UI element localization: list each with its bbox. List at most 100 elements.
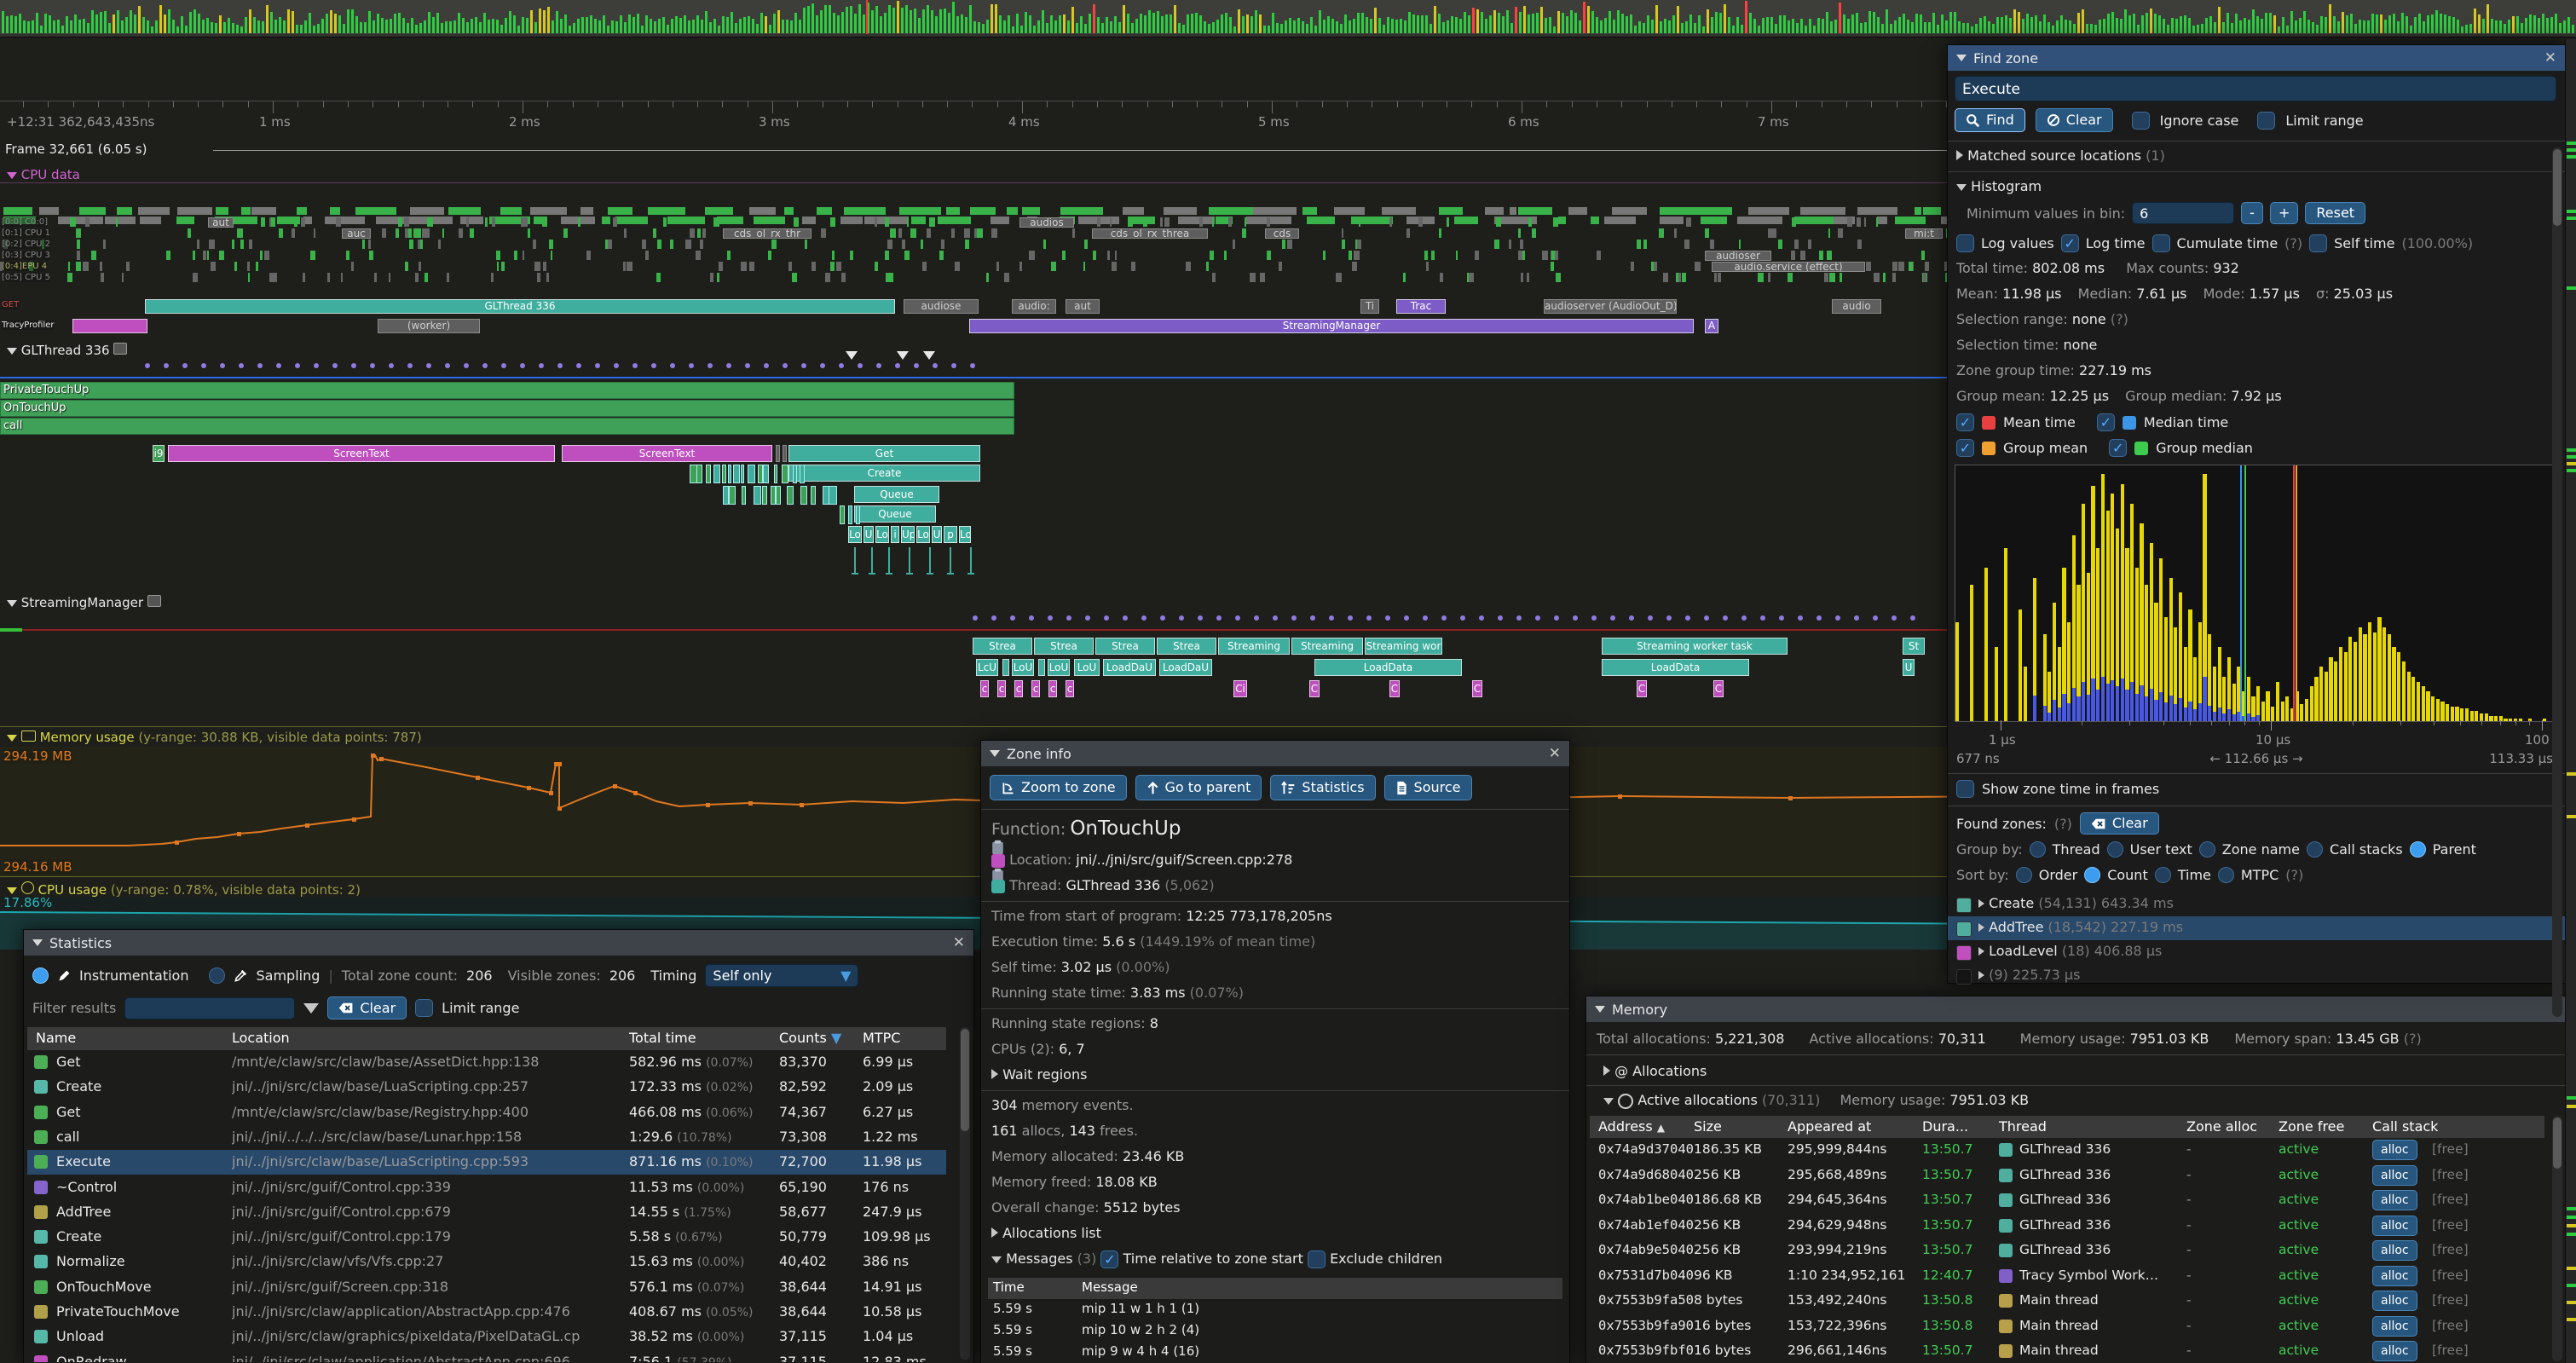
alloc-callstack-button[interactable]: alloc <box>2372 1216 2417 1236</box>
zone-bar[interactable] <box>733 465 740 483</box>
zone-bar[interactable]: Lo <box>848 526 862 543</box>
limit-range-checkbox[interactable] <box>415 999 433 1017</box>
close-icon[interactable]: ✕ <box>953 934 965 951</box>
zone-bar[interactable] <box>696 465 702 483</box>
zone-bar[interactable]: LoU <box>1048 659 1070 676</box>
message-row[interactable]: 5.59 smip 9 w 4 h 4 (16) <box>988 1342 1562 1363</box>
cpu-data-header[interactable]: CPU data <box>7 167 80 182</box>
zone-bar[interactable]: Strea <box>1095 638 1155 655</box>
zone-bar[interactable]: i9 <box>153 445 165 462</box>
find-button[interactable]: Find <box>1955 108 2025 132</box>
memory-usage-header[interactable]: Memory usage (y-range: 30.88 KB, visible… <box>7 730 422 745</box>
zone-bar[interactable]: ScreenText <box>168 445 555 462</box>
zone-bar[interactable]: Get <box>788 445 980 462</box>
table-row[interactable]: Createjni/../jni/src/guif/Control.cpp:17… <box>27 1225 946 1250</box>
close-icon[interactable]: ✕ <box>1549 745 1561 762</box>
zone-bar[interactable] <box>800 486 807 505</box>
group-by-user-text-radio[interactable] <box>2107 841 2123 858</box>
zone-bar[interactable] <box>793 465 797 483</box>
sort-by-mtpc-radio[interactable] <box>2218 867 2234 883</box>
zone-bar[interactable] <box>787 486 794 505</box>
histogram-plot[interactable] <box>1955 465 2560 722</box>
memory-row[interactable]: 0x74ab1ef040256 KB294,629,948ns13:50.7GL… <box>1590 1214 2544 1239</box>
memory-row[interactable]: 0x74ab9e5040256 KB293,994,219ns13:50.7GL… <box>1590 1239 2544 1263</box>
zone-bar[interactable] <box>776 445 780 462</box>
zone-bar[interactable]: StreamingManager <box>969 319 1694 333</box>
table-row[interactable]: Unloadjni/../jni/src/claw/graphics/pixel… <box>27 1325 946 1349</box>
zone-bar[interactable]: cds <box>1265 228 1299 239</box>
zone-bar[interactable]: Create <box>788 465 980 482</box>
zone-bar[interactable]: audio.service (effect) <box>1712 262 1865 272</box>
alloc-callstack-button[interactable]: alloc <box>2372 1266 2417 1286</box>
group-by-parent-radio[interactable] <box>2410 841 2426 858</box>
memory-row[interactable]: 0x74a9d37040186.35 KB295,999,844ns13:50.… <box>1590 1138 2544 1163</box>
column-header[interactable]: Size <box>1694 1118 1722 1135</box>
cpu-usage-header[interactable]: CPU usage (y-range: 0.78%, visible data … <box>7 881 361 898</box>
median-time-checkbox[interactable]: ✓ <box>2097 413 2115 431</box>
zone-bar[interactable] <box>1038 659 1045 676</box>
streaming-header[interactable]: StreamingManager <box>7 595 161 610</box>
relative-time-checkbox[interactable]: ✓ <box>1100 1250 1118 1268</box>
zone-bar[interactable]: Lo <box>875 526 889 543</box>
table-row[interactable]: PrivateTouchMovejni/../jni/src/claw/appl… <box>27 1300 946 1325</box>
alloc-callstack-button[interactable]: alloc <box>2372 1291 2417 1311</box>
allocations-expander[interactable]: @ Allocations <box>1603 1063 1707 1079</box>
column-header[interactable]: Location <box>232 1030 290 1046</box>
memory-row[interactable]: 0x7553b9fbf016 bytes296,661,146ns13:50.7… <box>1590 1339 2544 1363</box>
allocations-list-expander[interactable]: Allocations list <box>991 1225 1101 1241</box>
close-icon[interactable]: ✕ <box>2544 49 2556 66</box>
column-header[interactable]: MTPC <box>863 1030 900 1046</box>
column-header[interactable]: Call stack <box>2372 1118 2438 1135</box>
table-row[interactable]: Createjni/../jni/src/claw/base/LuaScript… <box>27 1075 946 1100</box>
mean-time-checkbox[interactable]: ✓ <box>1956 413 1974 431</box>
zone-bar[interactable]: audio <box>1832 299 1881 314</box>
zone-bar[interactable]: Streaming wor <box>1365 638 1442 655</box>
zone-bar[interactable] <box>1002 659 1009 676</box>
zone-bar[interactable]: LoU <box>1012 659 1034 676</box>
filter-icon[interactable] <box>303 1003 319 1014</box>
zone-bar[interactable]: (worker) <box>378 319 480 333</box>
clear-found-button[interactable]: Clear <box>2080 812 2159 835</box>
zone-bar[interactable] <box>763 465 769 483</box>
column-header[interactable]: Dura... <box>1922 1118 1968 1135</box>
streaming-track[interactable]: StreaStreaStreaStreaStreamingStreamingSt… <box>0 610 2015 713</box>
increase-button[interactable]: + <box>2270 202 2298 224</box>
zone-bar[interactable]: Streaming <box>1218 638 1290 655</box>
zone-bar[interactable]: Ti <box>1360 299 1379 314</box>
zone-bar[interactable] <box>771 486 776 505</box>
sort-by-order-radio[interactable] <box>2016 867 2032 883</box>
zone-bar[interactable] <box>782 465 788 483</box>
zone-bar[interactable]: audioser <box>1705 251 1771 261</box>
zone-bar[interactable] <box>754 486 761 505</box>
zone-info-button[interactable]: Source <box>1384 775 1472 800</box>
histogram-expander[interactable]: Histogram <box>1956 178 2042 194</box>
scrollbar[interactable] <box>2552 147 2562 1017</box>
sort-by-count-radio[interactable] <box>2084 867 2100 883</box>
zone-bar[interactable]: C <box>1309 680 1320 697</box>
zone-info-button[interactable]: Go to parent <box>1135 775 1262 800</box>
active-allocations-expander[interactable]: Active allocations (70,311) Memory usage… <box>1603 1092 2029 1109</box>
zone-bar[interactable]: LoadDaU <box>1159 659 1212 676</box>
column-header[interactable]: Counts ▼ <box>779 1030 841 1046</box>
limit-range-checkbox[interactable] <box>2257 112 2275 130</box>
table-row[interactable]: OnRedrawjni/../jni/src/claw/application/… <box>27 1350 946 1362</box>
zone-bar[interactable] <box>800 465 805 483</box>
zone-bar[interactable]: C <box>1637 680 1647 697</box>
zone-bar[interactable]: St <box>1903 638 1925 655</box>
memory-row[interactable]: 0x74ab1be040186.68 KB294,645,364ns13:50.… <box>1590 1188 2544 1213</box>
memory-row[interactable]: 0x7553b9fa508 bytes153,492,240ns13:50.8M… <box>1590 1289 2544 1314</box>
time-ruler[interactable]: 1 ms2 ms3 ms4 ms5 ms6 ms7 ms <box>0 75 2015 131</box>
zone-bar[interactable]: c <box>1066 680 1074 697</box>
zone-bar[interactable]: Streaming <box>1291 638 1363 655</box>
zone-bar[interactable] <box>748 465 755 483</box>
zone-bar[interactable]: auc <box>342 228 371 239</box>
zone-bar[interactable]: audio: <box>1012 299 1056 314</box>
zone-bar[interactable]: Ci <box>1233 680 1247 697</box>
frame-overview-strip[interactable] <box>0 0 2576 34</box>
zone-bar[interactable] <box>776 486 781 505</box>
column-header[interactable]: Zone free <box>2279 1118 2344 1135</box>
group-mean-checkbox[interactable]: ✓ <box>1956 439 1974 457</box>
alloc-callstack-button[interactable]: alloc <box>2372 1240 2417 1261</box>
exclude-children-checkbox[interactable] <box>1308 1250 1326 1268</box>
zone-bar[interactable]: U <box>863 526 874 543</box>
